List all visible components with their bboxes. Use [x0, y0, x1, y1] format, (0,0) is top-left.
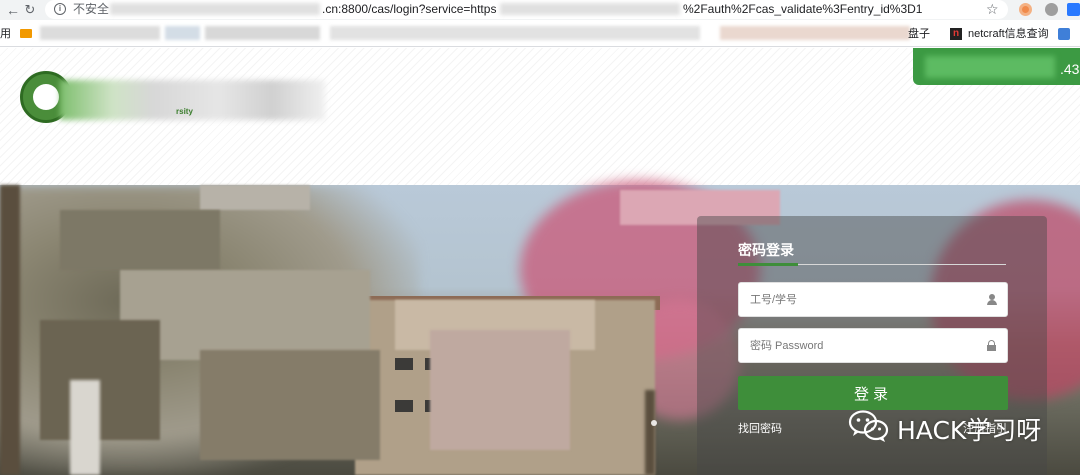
redacted-url-part	[110, 3, 320, 15]
lock-icon	[987, 340, 996, 351]
mail-icon[interactable]	[20, 29, 32, 38]
redacted-bookmark[interactable]	[165, 26, 200, 40]
pixelated-area	[430, 330, 570, 450]
forgot-password-link[interactable]: 找回密码	[738, 420, 782, 436]
redacted-banner-text	[925, 56, 1055, 78]
url-path-text: .cn:8800/cas/login?service=https	[322, 2, 497, 16]
bookmark-blue-icon[interactable]	[1058, 28, 1070, 40]
netcraft-icon[interactable]: n	[950, 28, 962, 40]
reload-icon[interactable]: ↻	[22, 2, 38, 18]
user-icon	[987, 294, 997, 305]
bookmarks-bar: 用 盘子 n netcraft信息查询	[0, 20, 1080, 47]
redacted-bookmark[interactable]	[330, 26, 700, 40]
pixelated-area	[40, 320, 160, 440]
username-field[interactable]	[738, 282, 1008, 317]
tab-password-login[interactable]: 密码登录	[738, 240, 794, 260]
tab-active-indicator	[738, 263, 798, 266]
building-window	[395, 400, 413, 412]
url-omnibox[interactable]: i 不安全 .cn:8800/cas/login?service=https %…	[45, 0, 1008, 19]
pixelated-area	[200, 350, 380, 460]
info-icon[interactable]: i	[54, 3, 66, 15]
watermark-text: HACK学习呀	[897, 416, 1042, 445]
back-arrow-icon[interactable]: ←	[5, 2, 21, 18]
browser-window: ← ↻ i 不安全 .cn:8800/cas/login?service=htt…	[0, 0, 1080, 475]
bookmark-netcraft[interactable]: netcraft信息查询	[968, 27, 1049, 41]
bookmark-item-tail[interactable]: 盘子	[908, 27, 930, 41]
pixelated-area	[200, 185, 310, 210]
password-field[interactable]	[738, 328, 1008, 363]
wechat-icon	[848, 410, 889, 442]
tree-trunk	[0, 185, 20, 475]
bookmark-star-icon[interactable]: ☆	[986, 1, 999, 17]
building-window	[395, 358, 413, 370]
banner-tail-text: .43	[1060, 61, 1080, 77]
login-button[interactable]: 登录	[738, 376, 1008, 410]
url-query-text: %2Fauth%2Fcas_validate%3Fentry_id%3D1	[683, 2, 923, 16]
extension-gray-icon[interactable]	[1045, 3, 1058, 16]
tree-trunk	[645, 390, 655, 475]
bookmark-fragment[interactable]: 用	[0, 27, 11, 41]
address-bar: ← ↻ i 不安全 .cn:8800/cas/login?service=htt…	[0, 0, 1080, 20]
password-input[interactable]	[739, 329, 979, 362]
tree-trunk	[70, 380, 100, 475]
redacted-bookmark[interactable]	[40, 26, 160, 40]
carousel-dot[interactable]	[651, 420, 657, 426]
extension-blue-icon[interactable]	[1067, 3, 1080, 16]
security-label: 不安全	[73, 2, 110, 16]
extension-orange-icon[interactable]	[1019, 3, 1032, 16]
username-input[interactable]	[739, 283, 979, 316]
redacted-url-part-2	[500, 3, 680, 15]
redacted-bookmark[interactable]	[205, 26, 320, 40]
redacted-bookmark[interactable]	[720, 26, 910, 40]
logo-english-fragment: rsity	[176, 107, 193, 116]
pixelated-area	[60, 210, 220, 270]
